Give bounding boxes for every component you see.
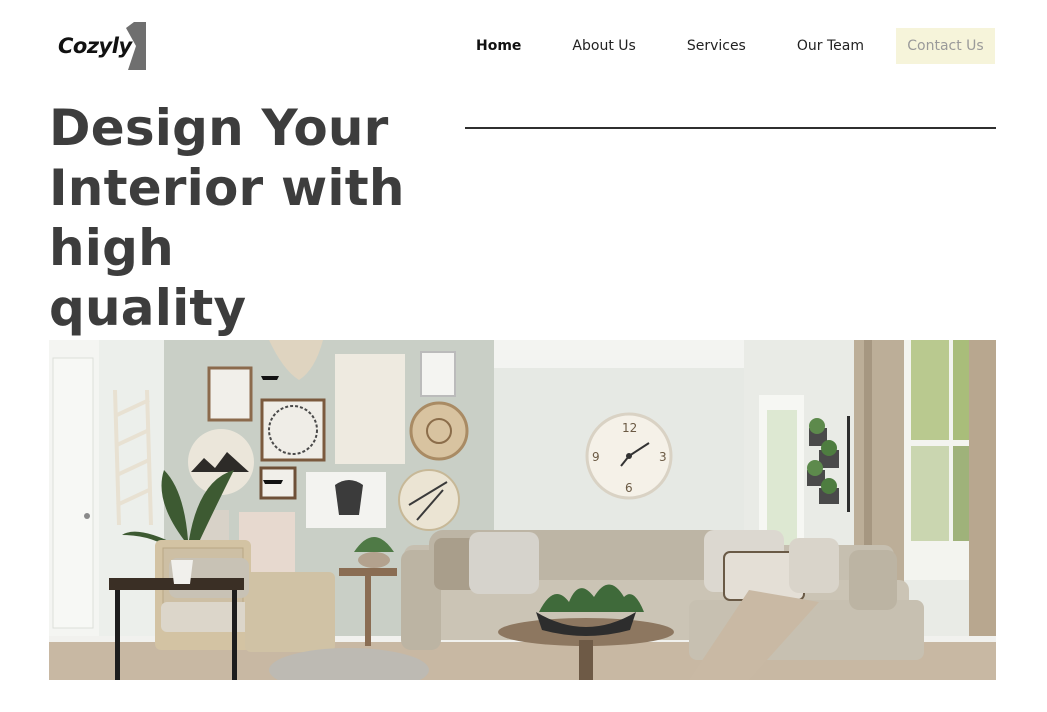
svg-text:6: 6 xyxy=(625,481,633,495)
hero-title: Design Your Interior with high quality xyxy=(49,98,519,338)
brand-logo[interactable]: Cozyly xyxy=(58,22,146,70)
svg-text:12: 12 xyxy=(622,421,637,435)
nav-home[interactable]: Home xyxy=(476,28,521,64)
contact-us-button[interactable]: Contact Us xyxy=(896,28,995,64)
nav-services[interactable]: Services xyxy=(687,28,746,64)
svg-text:9: 9 xyxy=(592,450,600,464)
hero-divider xyxy=(465,127,996,129)
hero-title-line: Interior with high xyxy=(49,159,405,277)
nav-our-team[interactable]: Our Team xyxy=(797,28,864,64)
hero-title-line: Design Your xyxy=(49,99,389,157)
main-nav: Home About Us Services Our Team Contact … xyxy=(460,28,995,64)
hero-image: 12 3 6 9 xyxy=(49,340,996,680)
svg-text:3: 3 xyxy=(659,450,667,464)
nav-about-us[interactable]: About Us xyxy=(572,28,635,64)
hero-title-line: quality xyxy=(49,279,247,337)
brand-name: Cozyly xyxy=(58,34,132,58)
living-room-illustration: 12 3 6 9 xyxy=(49,340,996,680)
